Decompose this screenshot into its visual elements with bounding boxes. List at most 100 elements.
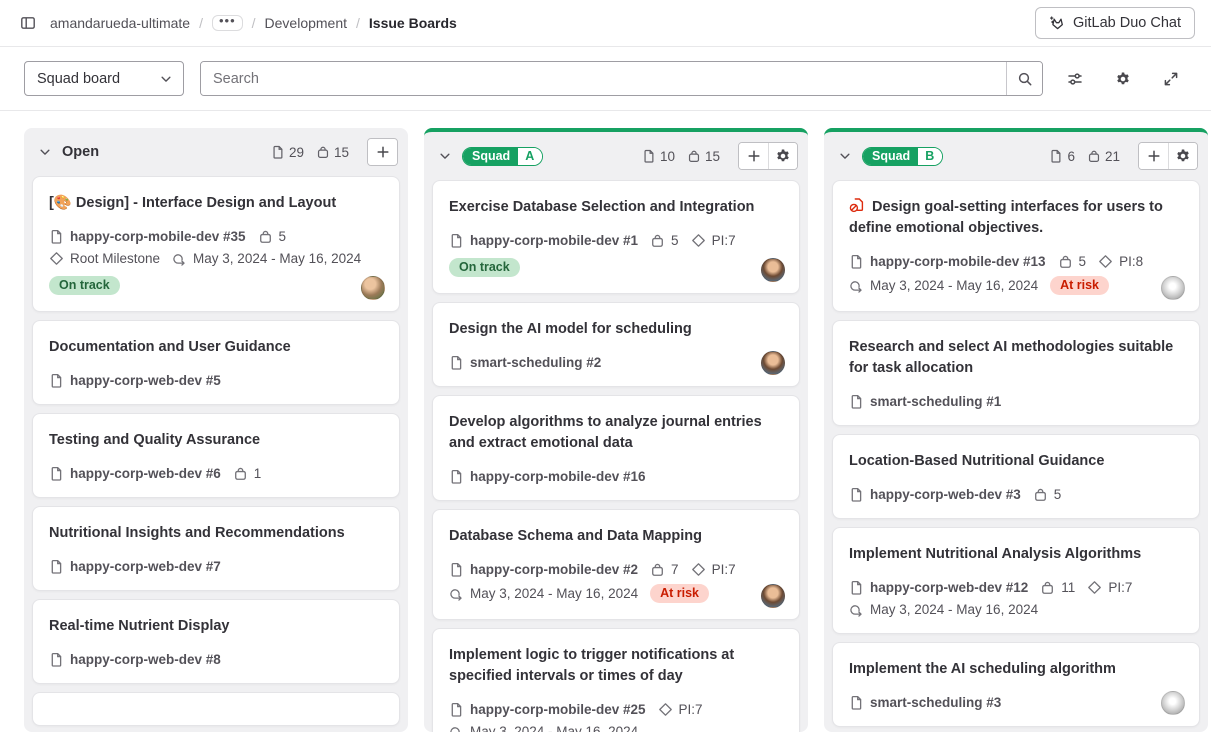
tanuki-ai-icon xyxy=(1049,15,1065,31)
gear-icon xyxy=(1115,71,1131,87)
column-scoped-label: Squad B xyxy=(862,147,943,166)
issue-weight: 5 xyxy=(650,233,679,248)
assignee-avatar xyxy=(1161,691,1185,715)
search-button[interactable] xyxy=(1006,62,1042,95)
issue-title[interactable]: Testing and Quality Assurance xyxy=(49,430,383,451)
issue-title[interactable]: Database Schema and Data Mapping xyxy=(449,526,783,547)
iteration-icon xyxy=(449,586,464,601)
label-value: A xyxy=(518,148,542,165)
issue-card[interactable]: [🎨 Design] - Interface Design and Layout… xyxy=(32,176,400,312)
issue-card[interactable]: Exercise Database Selection and Integrat… xyxy=(432,180,800,294)
chevron-down-icon xyxy=(38,145,52,159)
weight-icon xyxy=(1058,254,1073,269)
issue-milestone: PI:7 xyxy=(658,702,703,717)
search-input[interactable] xyxy=(201,62,1006,95)
issue-card[interactable]: Implement Nutritional Analysis Algorithm… xyxy=(832,527,1200,634)
plus-icon xyxy=(375,144,391,160)
issue-board: Open 29 15 [🎨 Design] - Interface Design… xyxy=(0,111,1211,732)
issue-card[interactable]: Design the AI model for scheduling smart… xyxy=(432,302,800,387)
board-settings-button[interactable] xyxy=(1107,63,1139,95)
plus-icon xyxy=(1146,148,1162,164)
breadcrumb-current-page: Issue Boards xyxy=(369,15,457,31)
issue-title[interactable]: Research and select AI methodologies sui… xyxy=(849,337,1183,379)
column-actions xyxy=(1138,142,1198,170)
issue-title[interactable]: [🎨 Design] - Interface Design and Layout xyxy=(49,193,383,214)
issue-card[interactable]: Nutritional Insights and Recommendations… xyxy=(32,506,400,591)
issue-iteration: May 3, 2024 - May 16, 2024 xyxy=(849,278,1038,293)
issue-title[interactable]: Design the AI model for scheduling xyxy=(449,319,783,340)
board-switcher-dropdown[interactable]: Squad board xyxy=(24,61,184,96)
issue-weight: 5 xyxy=(258,229,287,244)
list-settings-button[interactable] xyxy=(1168,143,1197,169)
assignee-avatar xyxy=(761,258,785,282)
sidebar-toggle-button[interactable] xyxy=(16,11,40,35)
issue-count: 6 xyxy=(1049,149,1075,164)
issue-milestone: PI:8 xyxy=(1098,254,1143,269)
issue-card[interactable]: Develop algorithms to analyze journal en… xyxy=(432,395,800,501)
sliders-icon xyxy=(1067,71,1083,87)
issue-title[interactable]: Real-time Nutrient Display xyxy=(49,616,383,637)
column-header: Open 29 15 xyxy=(24,128,408,174)
collapse-column-button[interactable] xyxy=(836,147,854,165)
health-status-badge: On track xyxy=(449,258,520,277)
collapse-column-button[interactable] xyxy=(436,147,454,165)
issue-title[interactable]: Exercise Database Selection and Integrat… xyxy=(449,197,783,218)
breadcrumb-ellipsis-button[interactable]: ••• xyxy=(212,15,243,31)
assignee-avatar xyxy=(761,584,785,608)
issue-title[interactable]: Documentation and User Guidance xyxy=(49,337,383,358)
breadcrumb-bar: amandarueda-ultimate / ••• / Development… xyxy=(0,0,1211,47)
board-switcher-value: Squad board xyxy=(37,71,120,87)
chevron-down-icon xyxy=(159,72,173,86)
collapse-column-button[interactable] xyxy=(36,143,54,161)
issue-iteration: May 3, 2024 - May 16, 2024 xyxy=(449,586,638,601)
issue-title[interactable]: Develop algorithms to analyze journal en… xyxy=(449,412,783,454)
weight-icon xyxy=(650,562,665,577)
issue-icon xyxy=(849,695,864,710)
breadcrumb-project[interactable]: amandarueda-ultimate xyxy=(50,15,190,31)
issue-card[interactable]: Location-Based Nutritional Guidance happ… xyxy=(832,434,1200,519)
gear-icon xyxy=(775,148,791,164)
breadcrumb-group[interactable]: Development xyxy=(265,15,348,31)
add-issue-button[interactable] xyxy=(739,143,768,169)
issue-title[interactable]: Implement logic to trigger notifications… xyxy=(449,645,783,687)
filter-preferences-button[interactable] xyxy=(1059,63,1091,95)
issue-title[interactable]: Design goal-setting interfaces for users… xyxy=(849,197,1183,239)
issue-card[interactable]: Research and select AI methodologies sui… xyxy=(832,320,1200,426)
milestone-icon xyxy=(1098,254,1113,269)
issue-title[interactable]: Implement Nutritional Analysis Algorithm… xyxy=(849,544,1183,565)
issue-card[interactable]: Testing and Quality Assurance happy-corp… xyxy=(32,413,400,498)
weight-icon xyxy=(316,145,330,159)
issue-title[interactable]: Location-Based Nutritional Guidance xyxy=(849,451,1183,472)
issue-card[interactable]: Implement logic to trigger notifications… xyxy=(432,628,800,732)
issue-card[interactable]: Real-time Nutrient Display happy-corp-we… xyxy=(32,599,400,684)
issue-card[interactable]: Design goal-setting interfaces for users… xyxy=(832,180,1200,312)
milestone-icon xyxy=(49,251,64,266)
issue-card-partial[interactable] xyxy=(32,692,400,726)
issue-title[interactable]: Implement the AI scheduling algorithm xyxy=(849,659,1183,680)
issue-title[interactable]: Nutritional Insights and Recommendations xyxy=(49,523,383,544)
issue-card[interactable]: Database Schema and Data Mapping happy-c… xyxy=(432,509,800,620)
issue-card[interactable]: Documentation and User Guidance happy-co… xyxy=(32,320,400,405)
issue-icon xyxy=(271,145,285,159)
issue-iteration: May 3, 2024 - May 16, 2024 xyxy=(449,724,638,732)
weight-count: 15 xyxy=(316,145,349,160)
add-issue-button[interactable] xyxy=(368,139,397,165)
column-card-list: Exercise Database Selection and Integrat… xyxy=(424,178,808,732)
milestone-icon xyxy=(658,702,673,717)
iteration-icon xyxy=(849,602,864,617)
issue-reference: happy-corp-web-dev #5 xyxy=(49,373,221,388)
weight-icon xyxy=(650,233,665,248)
list-settings-button[interactable] xyxy=(768,143,797,169)
issue-iteration: May 3, 2024 - May 16, 2024 xyxy=(172,251,361,266)
gitlab-duo-chat-button[interactable]: GitLab Duo Chat xyxy=(1035,7,1195,39)
column-actions xyxy=(367,138,398,166)
add-issue-button[interactable] xyxy=(1139,143,1168,169)
milestone-icon xyxy=(1087,580,1102,595)
fullscreen-button[interactable] xyxy=(1155,63,1187,95)
column-header: Squad A 10 15 xyxy=(424,132,808,178)
column-counts: 6 21 xyxy=(1049,149,1120,164)
issue-reference: smart-scheduling #2 xyxy=(449,355,601,370)
issue-icon xyxy=(449,469,464,484)
issue-card[interactable]: Implement the AI scheduling algorithm sm… xyxy=(832,642,1200,727)
gear-icon xyxy=(1175,148,1191,164)
